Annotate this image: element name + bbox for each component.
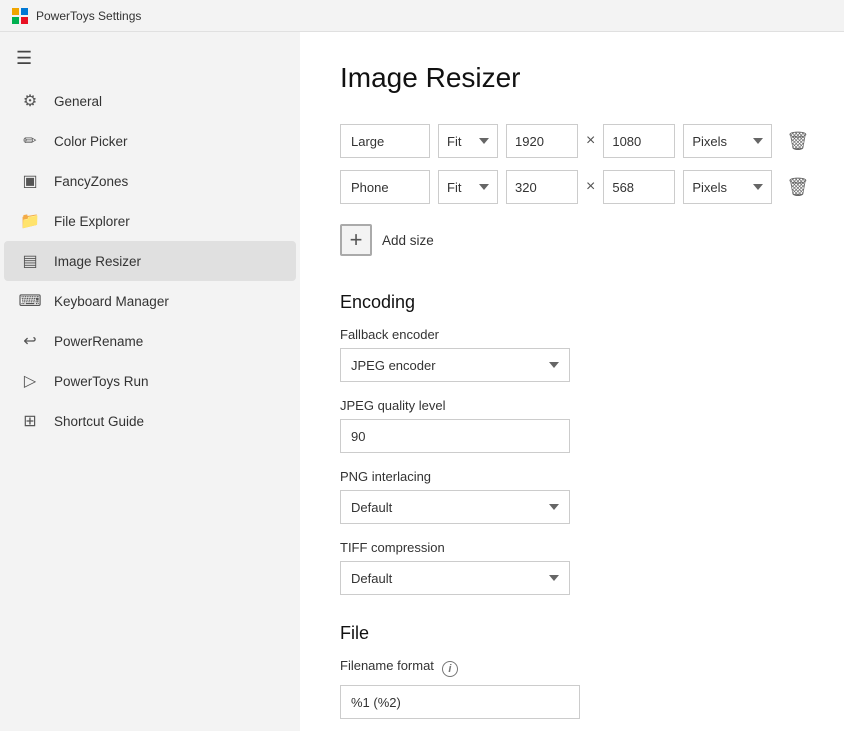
png-interlacing-select[interactable]: Default On Off xyxy=(340,490,570,524)
size-name-input-0[interactable] xyxy=(340,124,430,158)
sidebar-label-fancy-zones: FancyZones xyxy=(54,174,128,189)
sidebar-label-color-picker: Color Picker xyxy=(54,134,128,149)
jpeg-quality-input[interactable] xyxy=(340,419,570,453)
tiff-compression-select[interactable]: Default On Off xyxy=(340,561,570,595)
file-section: File Filename format i Use original date… xyxy=(340,623,804,731)
sidebar-label-image-resizer: Image Resizer xyxy=(54,254,141,269)
page-title: Image Resizer xyxy=(340,62,804,94)
png-interlacing-group: PNG interlacing Default On Off xyxy=(340,469,804,524)
size-delete-button-0[interactable]: 🗑 xyxy=(780,127,815,156)
sidebar-label-shortcut-guide: Shortcut Guide xyxy=(54,414,144,429)
sidebar-item-powertoys-run[interactable]: ▷ PowerToys Run xyxy=(4,361,296,401)
sidebar-icon-file-explorer: 📁 xyxy=(20,211,40,231)
sidebar-icon-shortcut-guide: ⊞ xyxy=(20,411,40,431)
sidebar-item-image-resizer[interactable]: ▤ Image Resizer xyxy=(4,241,296,281)
size-delete-button-1[interactable]: 🗑 xyxy=(780,173,815,202)
main-content: Image Resizer FillFitStretchTouch × Pixe… xyxy=(300,32,844,731)
sidebar-icon-fancy-zones: ▣ xyxy=(20,171,40,191)
size-row: FillFitStretchTouch × PixelsCentimetersI… xyxy=(340,124,804,158)
sidebar-icon-powertoys-run: ▷ xyxy=(20,371,40,391)
size-width-input-1[interactable] xyxy=(506,170,578,204)
fallback-encoder-group: Fallback encoder JPEG encoder PNG encode… xyxy=(340,327,804,382)
png-interlacing-label: PNG interlacing xyxy=(340,469,804,484)
tiff-compression-group: TIFF compression Default On Off xyxy=(340,540,804,595)
sidebar-label-file-explorer: File Explorer xyxy=(54,214,130,229)
size-unit-select-0[interactable]: PixelsCentimetersInchesPercent xyxy=(683,124,772,158)
filename-format-info-icon[interactable]: i xyxy=(442,661,458,677)
sidebar: ☰ ⚙ General ✏ Color Picker ▣ FancyZones 📁 File … xyxy=(0,32,300,731)
sidebar-item-shortcut-guide[interactable]: ⊞ Shortcut Guide xyxy=(4,401,296,441)
titlebar-title: PowerToys Settings xyxy=(36,9,141,23)
fallback-encoder-select[interactable]: JPEG encoder PNG encoder BMP encoder TIF… xyxy=(340,348,570,382)
sidebar-icon-keyboard-manager: ⌨ xyxy=(20,291,40,311)
size-unit-select-1[interactable]: PixelsCentimetersInchesPercent xyxy=(683,170,772,204)
size-width-input-0[interactable] xyxy=(506,124,578,158)
sidebar-icon-power-rename: ↩ xyxy=(20,331,40,351)
sidebar-label-power-rename: PowerRename xyxy=(54,334,143,349)
size-name-input-1[interactable] xyxy=(340,170,430,204)
filename-format-input[interactable] xyxy=(340,685,580,719)
sidebar-item-fancy-zones[interactable]: ▣ FancyZones xyxy=(4,161,296,201)
sidebar-icon-color-picker: ✏ xyxy=(20,131,40,151)
add-size-button[interactable]: + Add size xyxy=(340,216,434,264)
sidebar-label-powertoys-run: PowerToys Run xyxy=(54,374,149,389)
filename-format-label: Filename format xyxy=(340,658,434,673)
jpeg-quality-label: JPEG quality level xyxy=(340,398,804,413)
tiff-compression-label: TIFF compression xyxy=(340,540,804,555)
hamburger-button[interactable]: ☰ xyxy=(0,40,300,77)
sidebar-item-file-explorer[interactable]: 📁 File Explorer xyxy=(4,201,296,241)
add-size-label: Add size xyxy=(382,233,434,248)
sidebar-icon-general: ⚙ xyxy=(20,91,40,111)
size-fit-select-1[interactable]: FillFitStretchTouch xyxy=(438,170,498,204)
size-x-label-1: × xyxy=(586,178,595,196)
size-row: FillFitStretchTouch × PixelsCentimetersI… xyxy=(340,170,804,204)
sidebar-label-keyboard-manager: Keyboard Manager xyxy=(54,294,169,309)
size-height-input-0[interactable] xyxy=(603,124,675,158)
size-x-label-0: × xyxy=(586,132,595,150)
sidebar-item-power-rename[interactable]: ↩ PowerRename xyxy=(4,321,296,361)
filename-format-group: Filename format i xyxy=(340,658,804,719)
size-fit-select-0[interactable]: FillFitStretchTouch xyxy=(438,124,498,158)
sidebar-icon-image-resizer: ▤ xyxy=(20,251,40,271)
sidebar-item-color-picker[interactable]: ✏ Color Picker xyxy=(4,121,296,161)
sidebar-item-general[interactable]: ⚙ General xyxy=(4,81,296,121)
app-icon xyxy=(12,8,28,24)
titlebar: PowerToys Settings xyxy=(0,0,844,32)
encoding-section-title: Encoding xyxy=(340,292,804,313)
fallback-encoder-label: Fallback encoder xyxy=(340,327,804,342)
jpeg-quality-group: JPEG quality level xyxy=(340,398,804,453)
sidebar-item-keyboard-manager[interactable]: ⌨ Keyboard Manager xyxy=(4,281,296,321)
file-section-title: File xyxy=(340,623,804,644)
size-height-input-1[interactable] xyxy=(603,170,675,204)
sidebar-label-general: General xyxy=(54,94,102,109)
add-size-plus-icon: + xyxy=(340,224,372,256)
